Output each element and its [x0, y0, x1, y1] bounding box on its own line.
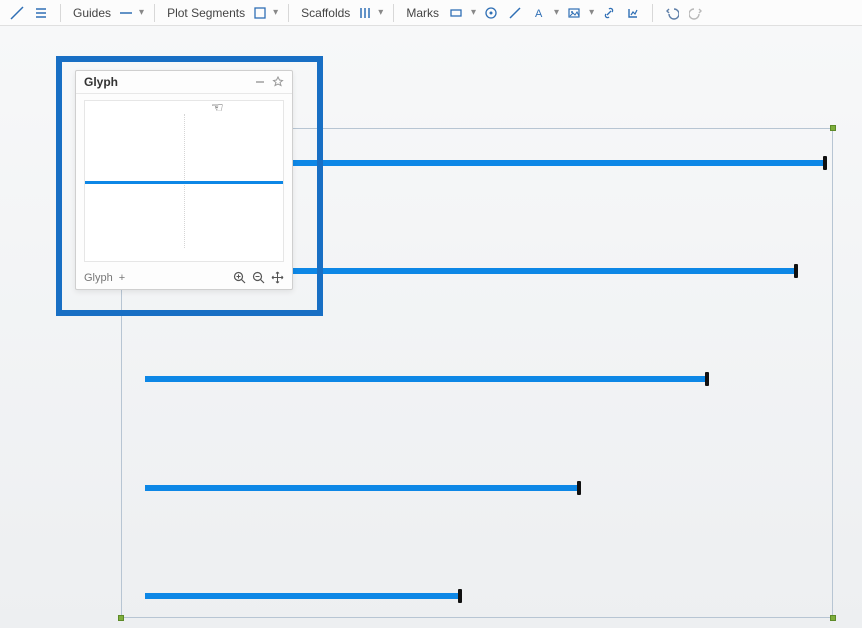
redo-icon[interactable]	[687, 4, 705, 22]
separator	[393, 4, 394, 22]
separator	[288, 4, 289, 22]
chevron-down-icon: ▾	[589, 7, 594, 18]
bar-end-handle[interactable]	[705, 372, 709, 386]
symbol-mark-icon[interactable]	[482, 4, 500, 22]
scaffolds-label: Scaffolds	[299, 6, 352, 20]
chevron-down-icon: ▾	[273, 7, 278, 18]
minimize-icon[interactable]	[254, 76, 266, 88]
add-glyph-button[interactable]: +	[119, 272, 125, 284]
plot-segments-label: Plot Segments	[165, 6, 247, 20]
guides-label: Guides	[71, 6, 113, 20]
chevron-down-icon: ▾	[378, 7, 383, 18]
pan-icon[interactable]	[271, 271, 284, 284]
chevron-down-icon: ▾	[554, 7, 559, 18]
guides-group[interactable]: Guides ▾	[71, 4, 144, 22]
undo-icon[interactable]	[663, 4, 681, 22]
separator	[652, 4, 653, 22]
glyph-editor[interactable]	[84, 100, 284, 262]
bar-end-handle[interactable]	[794, 264, 798, 278]
rect-mark-icon[interactable]	[447, 4, 465, 22]
pin-icon[interactable]	[272, 76, 284, 88]
resize-handle[interactable]	[830, 125, 836, 131]
canvas[interactable]: Glyph Glyph +	[0, 26, 862, 628]
separator	[154, 4, 155, 22]
line-mark-icon[interactable]	[506, 4, 524, 22]
text-mark-icon[interactable]: A	[530, 4, 548, 22]
guides-line-icon	[117, 4, 135, 22]
glyph-panel-title: Glyph	[84, 75, 118, 89]
bar-mark[interactable]	[145, 376, 707, 382]
chevron-down-icon: ▾	[139, 7, 144, 18]
list-icon[interactable]	[32, 4, 50, 22]
zoom-in-icon[interactable]	[233, 271, 246, 284]
resize-handle[interactable]	[118, 615, 124, 621]
toolbar: Guides ▾ Plot Segments ▾ Scaffolds ▾ Mar…	[0, 0, 862, 26]
glyph-panel-header[interactable]: Glyph	[76, 71, 292, 94]
link-icon[interactable]	[600, 4, 618, 22]
bar-mark[interactable]	[145, 593, 460, 599]
glyph-line-mark[interactable]	[85, 181, 283, 184]
resize-handle[interactable]	[830, 615, 836, 621]
separator	[60, 4, 61, 22]
zoom-out-icon[interactable]	[252, 271, 265, 284]
bar-mark[interactable]	[145, 485, 579, 491]
marks-label: Marks	[404, 6, 441, 20]
region-icon	[251, 4, 269, 22]
svg-text:A: A	[535, 8, 543, 20]
image-mark-icon[interactable]	[565, 4, 583, 22]
line-tool-icon[interactable]	[8, 4, 26, 22]
glyph-panel[interactable]: Glyph Glyph +	[75, 70, 293, 290]
glyph-panel-footer: Glyph +	[76, 268, 292, 289]
glyph-tab[interactable]: Glyph	[84, 272, 113, 284]
plot-segments-group[interactable]: Plot Segments ▾	[165, 4, 278, 22]
bar-end-handle[interactable]	[577, 481, 581, 495]
bar-end-handle[interactable]	[823, 156, 827, 170]
scaffolds-group[interactable]: Scaffolds ▾	[299, 4, 383, 22]
chevron-down-icon: ▾	[471, 7, 476, 18]
marks-group: Marks	[404, 6, 441, 20]
data-axis-icon[interactable]	[624, 4, 642, 22]
scaffold-icon	[356, 4, 374, 22]
bar-end-handle[interactable]	[458, 589, 462, 603]
